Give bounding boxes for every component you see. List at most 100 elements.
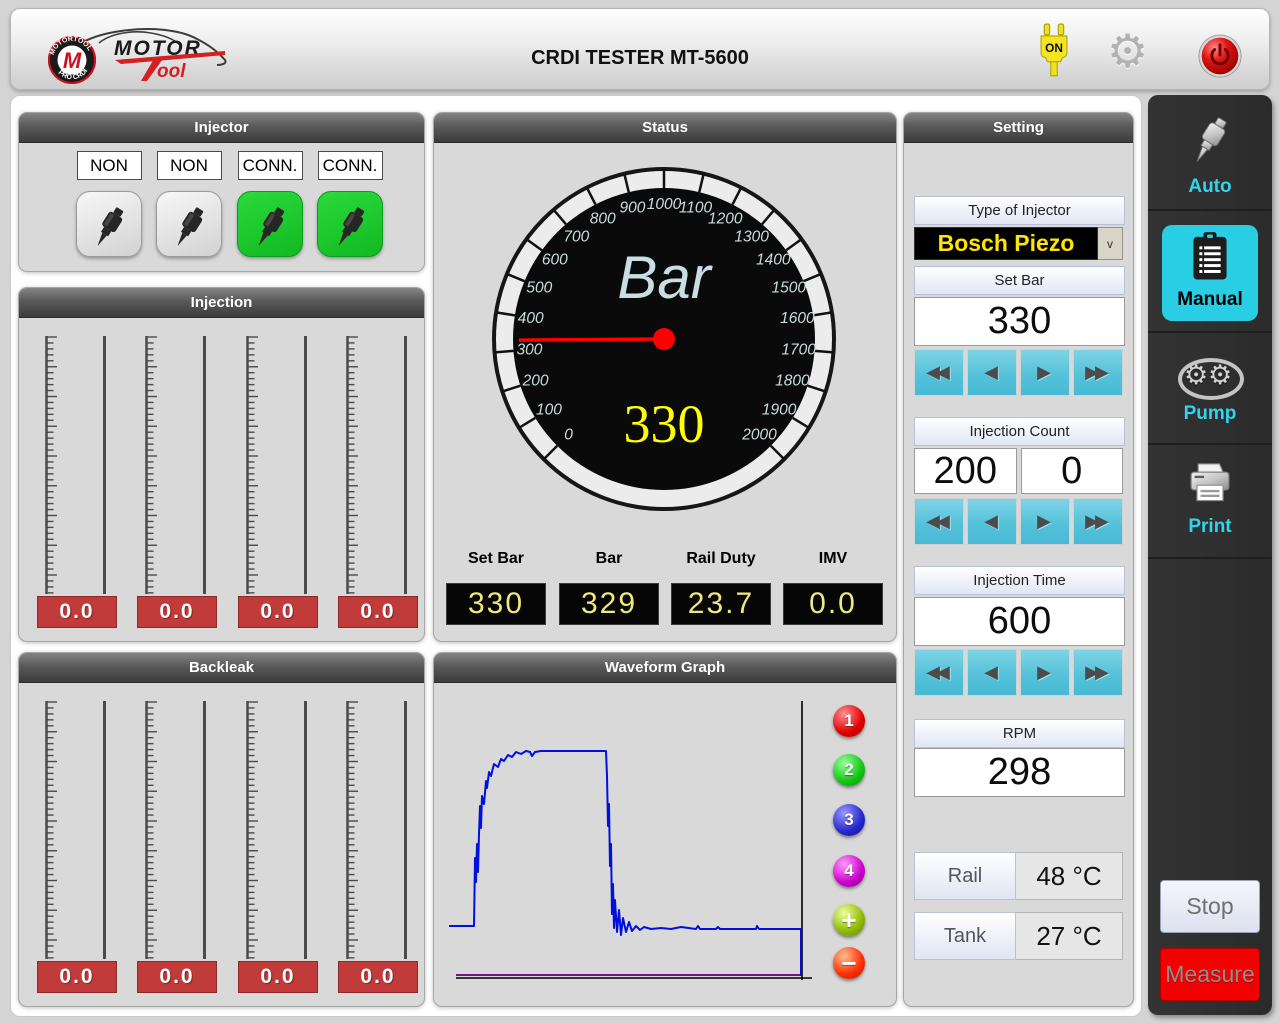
injection-count-label: Injection Count	[914, 417, 1125, 446]
zoom-out-button[interactable]: −	[833, 947, 865, 979]
tank-temp-label: Tank	[914, 912, 1016, 960]
rail-temp-row: Rail 48 °C	[914, 852, 1123, 900]
manual-active-tile[interactable]: Manual	[1162, 225, 1258, 321]
power-button[interactable]	[1197, 33, 1243, 84]
injection-count-arrows: ◀◀ ◀ ▶ ▶▶	[914, 498, 1123, 545]
waveform-chart	[446, 686, 886, 991]
sidebar-item-pump[interactable]: ⚙ ⚙ Pump	[1148, 335, 1272, 445]
injector-status-label-3: CONN.	[238, 151, 303, 180]
injector-icon	[85, 203, 133, 251]
injector-button-2[interactable]	[156, 191, 222, 257]
gauge-rail	[304, 701, 307, 959]
injection-count-down-button[interactable]: ◀	[967, 498, 1017, 545]
injector-button-4[interactable]	[317, 191, 383, 257]
sidebar: Auto Manual	[1148, 95, 1272, 1015]
channel-1-button[interactable]: 1	[833, 705, 865, 737]
sidebar-label-print: Print	[1148, 516, 1272, 538]
auto-injector-icon	[1183, 113, 1237, 167]
injection-time-up-button[interactable]: ▶	[1020, 649, 1070, 696]
svg-text:100: 100	[536, 402, 562, 419]
svg-text:600: 600	[542, 252, 568, 269]
injection-time-value: 600	[914, 597, 1125, 646]
injection-count-up-button[interactable]: ▶	[1020, 498, 1070, 545]
injector-status-label-1: NON	[77, 151, 142, 180]
injection-count-fast-down-button[interactable]: ◀◀	[914, 498, 964, 545]
scale-ruler	[246, 336, 262, 594]
injection-gauge-1: 0.0	[37, 336, 117, 628]
backleak-value-1: 0.0	[37, 961, 117, 993]
sidebar-item-print[interactable]: Print	[1148, 447, 1272, 559]
injector-panel-title: Injector	[19, 113, 424, 143]
sidebar-label-auto: Auto	[1148, 176, 1272, 198]
injection-time-fast-down-button[interactable]: ◀◀	[914, 649, 964, 696]
injection-count-fast-up-button[interactable]: ▶▶	[1073, 498, 1123, 545]
sidebar-item-manual[interactable]: Manual	[1148, 213, 1272, 333]
injector-icon	[165, 203, 213, 251]
readout-value: 0.0	[783, 583, 883, 625]
backleak-value-2: 0.0	[137, 961, 217, 993]
rpm-value: 298	[914, 748, 1125, 797]
rail-temp-value: 48 °C	[1016, 852, 1123, 900]
svg-text:1800: 1800	[775, 373, 810, 390]
set-bar-label: Set Bar	[914, 266, 1125, 295]
plug-state-label: ON	[1045, 41, 1063, 55]
injection-time-fast-up-button[interactable]: ▶▶	[1073, 649, 1123, 696]
backleak-gauge-2: 0.0	[137, 701, 217, 993]
backleak-gauge-3: 0.0	[238, 701, 318, 993]
zoom-in-button[interactable]: +	[833, 904, 865, 936]
pressure-gauge: 0100200300400500600700800900100011001200…	[484, 159, 844, 519]
injection-panel: Injection 0.0 0.0 0.0 0.0	[18, 287, 425, 642]
header-bar: MOTORTOOL PRO CRDI M MOTOR ool CRDI TEST…	[10, 8, 1270, 90]
channel-2-button[interactable]: 2	[833, 754, 865, 786]
readout-railduty: Rail Duty 23.7	[671, 550, 771, 625]
channel-4-button[interactable]: 4	[833, 855, 865, 887]
injection-count-current: 0	[1021, 448, 1124, 494]
backleak-gauge-1: 0.0	[37, 701, 117, 993]
set-bar-up-button[interactable]: ▶	[1020, 349, 1070, 396]
settings-gear-icon[interactable]: ⚙	[1107, 29, 1148, 73]
injector-channel-4: CONN.	[317, 151, 383, 257]
injection-count-values: 200 0	[914, 448, 1123, 494]
set-bar-fast-up-button[interactable]: ▶▶	[1073, 349, 1123, 396]
power-plug-icon[interactable]: ON	[1033, 23, 1075, 84]
measure-button[interactable]: Measure	[1160, 948, 1260, 1001]
gauge-rail	[203, 701, 206, 959]
gauge-rail	[404, 336, 407, 594]
svg-text:0: 0	[564, 426, 573, 443]
manual-clipboard-icon	[1187, 231, 1233, 283]
readout-label: Rail Duty	[671, 550, 771, 570]
svg-text:1700: 1700	[781, 342, 816, 359]
set-bar-value: 330	[914, 297, 1125, 346]
scale-ruler	[45, 336, 61, 594]
set-bar-down-button[interactable]: ◀	[967, 349, 1017, 396]
readout-value: 330	[446, 583, 546, 625]
injector-type-dropdown[interactable]: Bosch Piezo v	[914, 227, 1123, 260]
scale-ruler	[145, 336, 161, 594]
gauge-rail	[304, 336, 307, 594]
dropdown-arrow-button[interactable]: v	[1098, 227, 1123, 260]
gauge-rail	[103, 701, 106, 959]
injection-count-target: 200	[914, 448, 1017, 494]
backleak-value-3: 0.0	[238, 961, 318, 993]
injector-button-3[interactable]	[237, 191, 303, 257]
gauge-rail	[404, 701, 407, 959]
gauge-rail	[103, 336, 106, 594]
sidebar-item-auto[interactable]: Auto	[1148, 95, 1272, 211]
injector-type-value[interactable]: Bosch Piezo	[914, 227, 1098, 260]
injection-time-down-button[interactable]: ◀	[967, 649, 1017, 696]
waveform-panel: Waveform Graph 1 2 3 4 + −	[433, 652, 897, 1007]
svg-text:500: 500	[526, 279, 552, 296]
svg-text:800: 800	[590, 211, 616, 228]
injection-panel-title: Injection	[19, 288, 424, 318]
svg-text:1500: 1500	[771, 279, 806, 296]
readout-value: 329	[559, 583, 659, 625]
injection-value-1: 0.0	[37, 596, 117, 628]
svg-text:1900: 1900	[762, 402, 797, 419]
injector-channel-3: CONN.	[237, 151, 303, 257]
svg-text:Bar: Bar	[617, 244, 712, 311]
stop-button[interactable]: Stop	[1160, 880, 1260, 933]
injector-button-1[interactable]	[76, 191, 142, 257]
set-bar-fast-down-button[interactable]: ◀◀	[914, 349, 964, 396]
channel-3-button[interactable]: 3	[833, 804, 865, 836]
svg-text:1000: 1000	[647, 196, 682, 213]
